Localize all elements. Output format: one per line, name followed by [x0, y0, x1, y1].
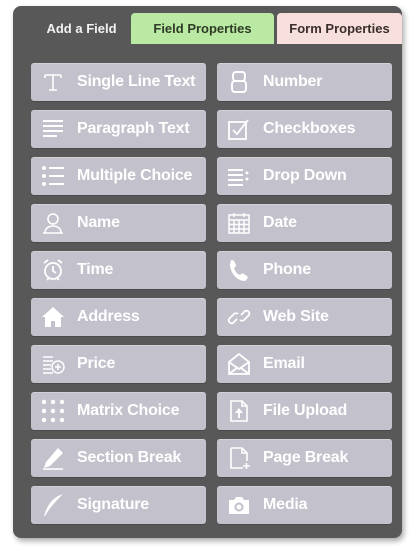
page-break-icon: [227, 446, 251, 470]
dropdown-icon: [227, 164, 251, 188]
field-label: Page Break: [263, 449, 349, 466]
field-label: Number: [263, 73, 323, 90]
single-line-text-button[interactable]: Single Line Text: [31, 63, 206, 101]
field-label: Web Site: [263, 308, 329, 325]
drop-down-button[interactable]: Drop Down: [217, 157, 392, 195]
upload-icon: [227, 399, 251, 423]
time-button[interactable]: Time: [31, 251, 206, 289]
price-button[interactable]: Price: [31, 345, 206, 383]
field-label: Matrix Choice: [77, 402, 180, 419]
field-label: Time: [77, 261, 114, 278]
field-label: Section Break: [77, 449, 182, 466]
section-break-button[interactable]: Section Break: [31, 439, 206, 477]
field-label: Drop Down: [263, 167, 347, 184]
envelope-icon: [227, 352, 251, 376]
field-label: Multiple Choice: [77, 167, 193, 184]
field-label: Media: [263, 496, 308, 513]
phone-button[interactable]: Phone: [217, 251, 392, 289]
paragraph-text-icon: [41, 117, 65, 141]
address-button[interactable]: Address: [31, 298, 206, 336]
email-button[interactable]: Email: [217, 345, 392, 383]
tab-add-a-field[interactable]: Add a Field: [35, 13, 128, 44]
field-label: Phone: [263, 261, 311, 278]
alarm-clock-icon: [41, 258, 65, 282]
matrix-icon: [41, 399, 65, 423]
field-label: Name: [77, 214, 120, 231]
field-label: Date: [263, 214, 297, 231]
name-button[interactable]: Name: [31, 204, 206, 242]
field-label: Email: [263, 355, 305, 372]
paragraph-text-button[interactable]: Paragraph Text: [31, 110, 206, 148]
phone-icon: [227, 258, 251, 282]
date-button[interactable]: Date: [217, 204, 392, 242]
multiple-choice-button[interactable]: Multiple Choice: [31, 157, 206, 195]
tab-form-properties[interactable]: Form Properties: [277, 13, 402, 44]
number-icon: [227, 70, 251, 94]
field-label: Single Line Text: [77, 73, 196, 90]
house-icon: [41, 305, 65, 329]
page-break-button[interactable]: Page Break: [217, 439, 392, 477]
coins-icon: [41, 352, 65, 376]
field-label: Price: [77, 355, 116, 372]
camera-icon: [227, 493, 251, 517]
matrix-choice-button[interactable]: Matrix Choice: [31, 392, 206, 430]
quill-icon: [41, 493, 65, 517]
signature-button[interactable]: Signature: [31, 486, 206, 524]
media-button[interactable]: Media: [217, 486, 392, 524]
file-upload-button[interactable]: File Upload: [217, 392, 392, 430]
single-line-text-icon: [41, 70, 65, 94]
field-label: File Upload: [263, 402, 348, 419]
calendar-icon: [227, 211, 251, 235]
multiple-choice-icon: [41, 164, 65, 188]
person-icon: [41, 211, 65, 235]
field-label: Signature: [77, 496, 149, 513]
tab-field-properties[interactable]: Field Properties: [131, 13, 274, 44]
field-label: Checkboxes: [263, 120, 356, 137]
link-icon: [227, 305, 251, 329]
field-label: Paragraph Text: [77, 120, 190, 137]
checkbox-icon: [227, 117, 251, 141]
web-site-button[interactable]: Web Site: [217, 298, 392, 336]
pencil-icon: [41, 446, 65, 470]
checkboxes-button[interactable]: Checkboxes: [217, 110, 392, 148]
number-button[interactable]: Number: [217, 63, 392, 101]
field-label: Address: [77, 308, 140, 325]
